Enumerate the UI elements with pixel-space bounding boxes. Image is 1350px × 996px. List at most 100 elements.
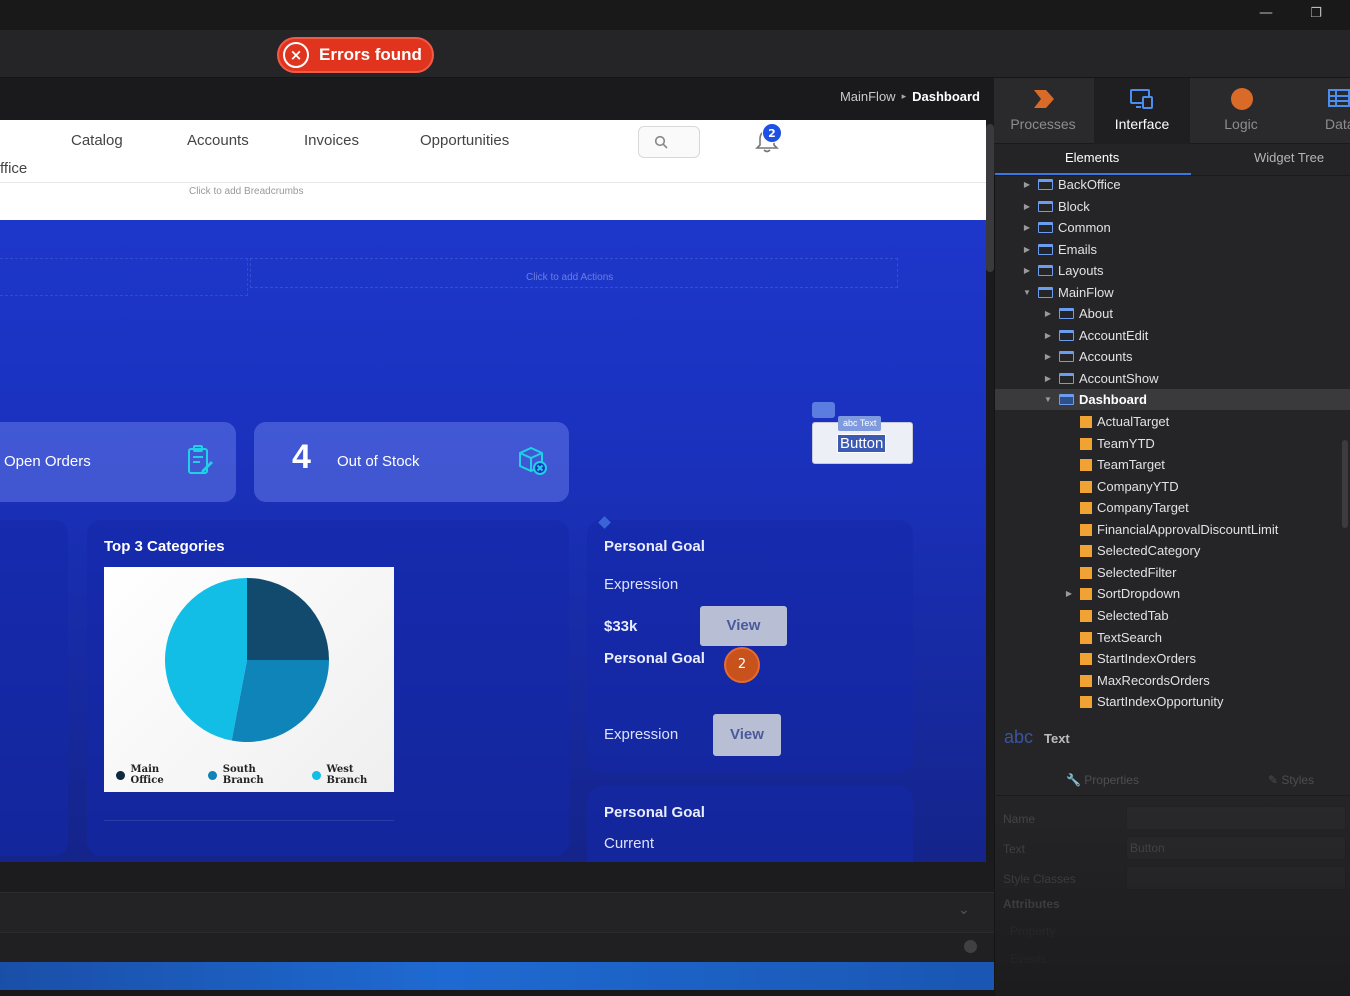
nav-item-accounts[interactable]: Accounts	[187, 132, 249, 149]
tree-variable[interactable]: ActualTarget	[1064, 411, 1169, 432]
expand-arrow-icon[interactable]: ▶	[1043, 352, 1053, 361]
collapse-arrow-icon[interactable]: ▼	[1043, 395, 1053, 404]
tree-variable[interactable]: SelectedCategory	[1064, 540, 1200, 561]
tab-data[interactable]: Data	[1292, 78, 1350, 144]
tree-label: StartIndexOrders	[1097, 651, 1196, 666]
top-categories-title: Top 3 Categories	[104, 538, 225, 555]
variable-icon	[1080, 501, 1092, 514]
subtab-elements[interactable]: Elements	[1065, 150, 1119, 165]
expand-arrow-icon[interactable]: ▶	[1022, 266, 1032, 275]
restore-icon[interactable]: ❐	[1306, 4, 1326, 24]
legend-dot	[208, 770, 217, 780]
variable-icon	[1080, 437, 1092, 450]
expand-arrow-icon[interactable]: ▶	[1022, 223, 1032, 232]
view-button[interactable]: View	[700, 606, 787, 646]
main-toolbar	[0, 30, 1350, 78]
tab-processes[interactable]: Processes	[995, 78, 1091, 144]
tree-variable[interactable]: ▶ SortDropdown	[1064, 583, 1180, 604]
pie-chart-svg	[164, 578, 329, 742]
expand-arrow-icon[interactable]: ▶	[1043, 309, 1053, 318]
tree-folder[interactable]: ▶ Common	[1022, 217, 1111, 238]
tree-variable[interactable]: CompanyYTD	[1064, 476, 1179, 497]
variable-icon	[1080, 566, 1092, 579]
text-label: Text	[1003, 842, 1026, 856]
tree-variable[interactable]: FinancialApprovalDiscountLimit	[1064, 519, 1278, 540]
canvas-breadcrumb-bar: MainFlow ▸ Dashboard	[0, 78, 994, 120]
box-remove-icon	[519, 446, 547, 475]
tree-variable[interactable]: SelectedFilter	[1064, 562, 1176, 583]
open-orders-card[interactable]: Open Orders	[0, 422, 236, 502]
expand-arrow-icon[interactable]: ▶	[1022, 245, 1032, 254]
minimize-icon[interactable]: —	[1256, 4, 1276, 24]
tree-screen[interactable]: ▶ Accounts	[1043, 346, 1133, 367]
expand-arrow-icon[interactable]: ▶	[1022, 202, 1032, 211]
title-placeholder-box[interactable]	[0, 258, 248, 296]
breadcrumbs-placeholder[interactable]: Click to add Breadcrumbs	[189, 186, 304, 197]
text-field[interactable]: Button	[1126, 836, 1346, 860]
text-widget-icon: abc	[1004, 727, 1034, 747]
subtab-widget-tree[interactable]: Widget Tree	[1254, 150, 1324, 165]
tree-label: SelectedFilter	[1097, 565, 1177, 580]
screen-icon	[1059, 330, 1074, 341]
view-button[interactable]: View	[713, 714, 781, 756]
expand-arrow-icon[interactable]: ▶	[1064, 589, 1074, 598]
tree-variable[interactable]: CompanyTarget	[1064, 497, 1189, 518]
tree-label: TeamYTD	[1097, 436, 1155, 451]
out-of-stock-card[interactable]: 4 Out of Stock	[254, 422, 569, 502]
chevron-down-icon[interactable]: ⌄	[958, 902, 970, 918]
drag-handle-icon[interactable]	[812, 402, 835, 418]
screen-preview-canvas[interactable]: ffice Catalog Accounts Invoices Opportun…	[0, 120, 986, 862]
goal-value: $33k	[604, 618, 638, 635]
tree-screen[interactable]: ▶ AccountEdit	[1043, 325, 1148, 346]
tree-screen-dashboard[interactable]: ▼ Dashboard	[1043, 389, 1147, 410]
tree-label: TextSearch	[1097, 630, 1163, 645]
style-classes-field[interactable]	[1126, 866, 1346, 890]
errors-found-button[interactable]: × Errors found	[277, 37, 434, 73]
tree-variable[interactable]: SelectedTab	[1064, 605, 1169, 626]
expand-arrow-icon[interactable]: ▶	[1043, 331, 1053, 340]
tree-folder[interactable]: ▶ Emails	[1022, 239, 1097, 260]
nav-item-opportunities[interactable]: Opportunities	[420, 132, 509, 149]
attribute-row[interactable]: Events	[1010, 952, 1047, 966]
collapse-arrow-icon[interactable]: ▼	[1022, 288, 1032, 297]
variable-icon	[1080, 609, 1092, 622]
search-input[interactable]	[638, 126, 700, 158]
tree-variable[interactable]: StartIndexOrders	[1064, 648, 1196, 669]
canvas-scrollbar-thumb[interactable]	[986, 124, 994, 272]
tab-interface[interactable]: Interface	[1094, 78, 1190, 144]
expand-arrow-icon[interactable]: ▶	[1043, 374, 1053, 383]
goal-title: Personal Goal	[604, 650, 705, 667]
app-header: ffice Catalog Accounts Invoices Opportun…	[0, 120, 986, 220]
actions-placeholder[interactable]: Click to add Actions	[526, 272, 613, 283]
tab-styles-label: Styles	[1281, 773, 1315, 787]
tree-label: Accounts	[1079, 349, 1133, 364]
tree-variable[interactable]: MaxRecordsOrders	[1064, 670, 1210, 691]
legend-dot	[116, 770, 125, 780]
nav-item-office[interactable]: ffice	[0, 160, 27, 177]
tab-logic[interactable]: Logic	[1193, 78, 1289, 144]
tree-screen[interactable]: ▶ AccountShow	[1043, 368, 1159, 389]
tab-properties[interactable]: 🔧 Properties	[1066, 773, 1139, 787]
tree-variable[interactable]: StartIndexOpportunity	[1064, 691, 1223, 712]
tree-variable[interactable]: TextSearch	[1064, 627, 1162, 648]
tree-folder[interactable]: ▶ Block	[1022, 196, 1090, 217]
tree-variable[interactable]: TeamYTD	[1064, 433, 1155, 454]
tree-scrollbar-thumb[interactable]	[1342, 440, 1348, 528]
attribute-row[interactable]: Property	[1010, 924, 1055, 938]
name-field[interactable]	[1126, 806, 1346, 830]
tree-folder[interactable]: ▶ BackOffice	[1022, 177, 1121, 195]
expand-arrow-icon[interactable]: ▶	[1022, 180, 1032, 189]
variable-icon	[1080, 523, 1092, 536]
tree-folder[interactable]: ▼ MainFlow	[1022, 282, 1114, 303]
tab-styles[interactable]: ✎ Styles	[1268, 773, 1314, 787]
breadcrumb-parent[interactable]: MainFlow	[840, 89, 896, 104]
error-count-badge[interactable]: 2	[724, 647, 760, 683]
button-text-selected[interactable]: Button	[836, 434, 887, 453]
tree-variable[interactable]: TeamTarget	[1064, 454, 1165, 475]
tree-screen[interactable]: ▶ About	[1043, 303, 1113, 324]
tree-folder[interactable]: ▶ Layouts	[1022, 260, 1104, 281]
nav-item-invoices[interactable]: Invoices	[304, 132, 359, 149]
legend-item: Main Office	[116, 764, 192, 786]
nav-item-catalog[interactable]: Catalog	[71, 132, 123, 149]
folder-icon	[1038, 222, 1053, 233]
